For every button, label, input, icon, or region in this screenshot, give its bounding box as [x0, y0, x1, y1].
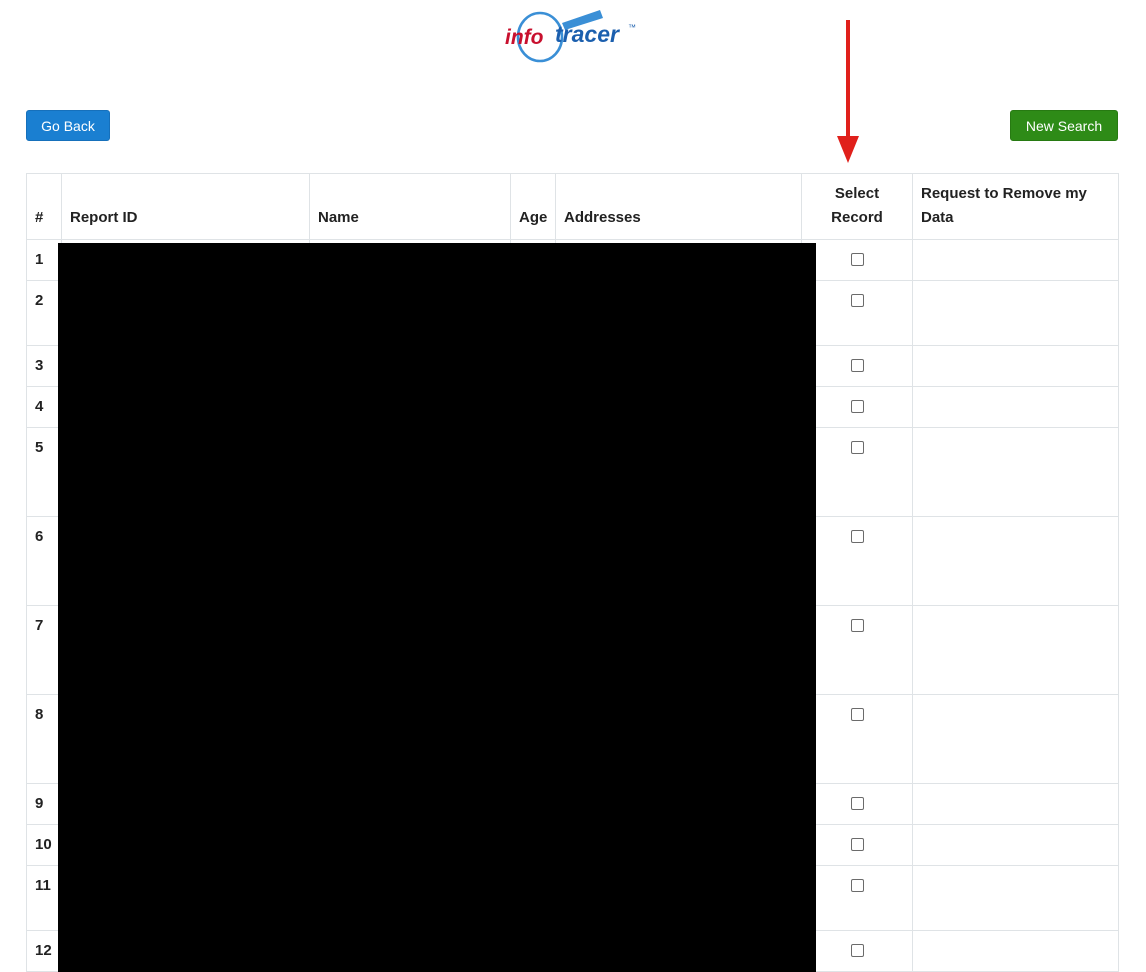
row-number: 6 — [26, 516, 62, 606]
logo-text-info: info — [505, 26, 544, 49]
select-record-checkbox[interactable] — [850, 359, 864, 372]
remove-data-cell — [912, 605, 1119, 695]
select-record-cell — [801, 783, 913, 825]
row-number: 10 — [26, 824, 62, 866]
select-record-cell — [801, 865, 913, 931]
select-record-cell — [801, 427, 913, 517]
row-number: 11 — [26, 865, 62, 931]
select-record-checkbox[interactable] — [850, 838, 864, 851]
row-number: 3 — [26, 345, 62, 387]
header-name: Name — [309, 173, 511, 240]
remove-data-cell — [912, 427, 1119, 517]
go-back-button[interactable]: Go Back — [26, 110, 110, 141]
remove-data-cell — [912, 930, 1119, 972]
select-record-cell — [801, 280, 913, 346]
table-header-row: # Report ID Name Age Addresses Select Re… — [26, 173, 1119, 240]
row-number: 8 — [26, 694, 62, 784]
select-record-checkbox[interactable] — [850, 400, 864, 413]
select-record-cell — [801, 239, 913, 281]
infotracer-logo[interactable]: info tracer ™ — [500, 6, 645, 66]
remove-data-cell — [912, 239, 1119, 281]
select-record-cell — [801, 516, 913, 606]
header-request-remove-data: Request to Remove my Data — [912, 173, 1119, 240]
header-age: Age — [510, 173, 556, 240]
logo-trademark: ™ — [628, 23, 636, 32]
select-record-cell — [801, 694, 913, 784]
select-record-cell — [801, 605, 913, 695]
remove-data-cell — [912, 783, 1119, 825]
new-search-button[interactable]: New Search — [1010, 110, 1118, 141]
remove-data-cell — [912, 694, 1119, 784]
select-record-checkbox[interactable] — [850, 708, 864, 721]
select-record-checkbox[interactable] — [850, 530, 864, 543]
select-record-checkbox[interactable] — [850, 253, 864, 266]
select-record-checkbox[interactable] — [850, 944, 864, 957]
remove-data-cell — [912, 280, 1119, 346]
select-record-checkbox[interactable] — [850, 879, 864, 892]
select-record-checkbox[interactable] — [850, 797, 864, 810]
select-record-cell — [801, 345, 913, 387]
remove-data-cell — [912, 345, 1119, 387]
header-select-record: Select Record — [801, 173, 913, 240]
remove-data-cell — [912, 386, 1119, 428]
row-number: 2 — [26, 280, 62, 346]
row-number: 1 — [26, 239, 62, 281]
row-number: 9 — [26, 783, 62, 825]
row-number: 7 — [26, 605, 62, 695]
remove-data-cell — [912, 516, 1119, 606]
logo-text-tracer: tracer — [555, 21, 620, 47]
row-number: 12 — [26, 930, 62, 972]
select-record-checkbox[interactable] — [850, 294, 864, 307]
header-report-id: Report ID — [61, 173, 310, 240]
select-record-cell — [801, 386, 913, 428]
header-addresses: Addresses — [555, 173, 802, 240]
select-record-cell — [801, 824, 913, 866]
search-results-page: info tracer ™ Go Back New Search # Repor… — [0, 0, 1146, 972]
row-number: 4 — [26, 386, 62, 428]
row-number: 5 — [26, 427, 62, 517]
remove-data-cell — [912, 824, 1119, 866]
select-record-checkbox[interactable] — [850, 441, 864, 454]
select-record-checkbox[interactable] — [850, 619, 864, 632]
remove-data-cell — [912, 865, 1119, 931]
header-number: # — [26, 173, 62, 240]
red-arrow-annotation — [837, 20, 859, 163]
redaction-block — [58, 243, 816, 972]
select-record-cell — [801, 930, 913, 972]
